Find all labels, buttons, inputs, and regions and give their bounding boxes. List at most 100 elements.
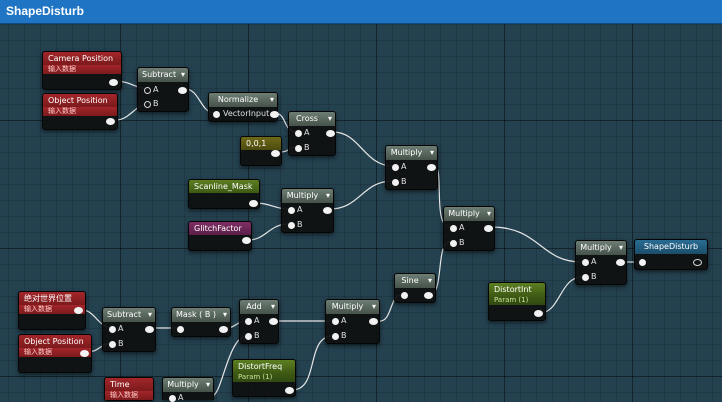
output-pin[interactable]: [270, 111, 279, 118]
output-pin[interactable]: [271, 150, 280, 157]
output-pin[interactable]: [693, 259, 702, 266]
output-pin[interactable]: [219, 326, 228, 333]
normalize-node[interactable]: Normalize ▾ VectorInput: [208, 92, 279, 122]
chevron-down-icon[interactable]: ▾: [619, 241, 623, 255]
chevron-down-icon[interactable]: ▾: [487, 207, 491, 221]
camera-position-node[interactable]: Camera Position 输入数据: [42, 51, 122, 90]
distort-int-node[interactable]: DistortInt Param (1): [488, 282, 546, 321]
pin-label: A: [341, 316, 347, 325]
input-pin-b[interactable]: [288, 222, 295, 229]
output-pin[interactable]: [424, 292, 433, 299]
wire: [490, 226, 583, 263]
input-pin[interactable]: [213, 111, 220, 118]
input-pin-a[interactable]: [582, 259, 589, 266]
input-pin-b[interactable]: [245, 333, 252, 340]
chevron-down-icon[interactable]: ▾: [270, 93, 274, 107]
chevron-down-icon[interactable]: ▾: [428, 274, 432, 288]
object-position-node[interactable]: Object Position 输入数据: [42, 93, 118, 130]
output-pin[interactable]: [178, 87, 187, 94]
node-subtitle: Param (1): [489, 296, 545, 305]
input-pin-a[interactable]: [392, 164, 399, 171]
node-title: Multiply: [286, 191, 319, 200]
output-pin[interactable]: [369, 318, 378, 325]
input-pin-b[interactable]: [450, 240, 457, 247]
multiply-node[interactable]: Multiply ▾ A B: [443, 206, 495, 251]
input-pin[interactable]: [401, 292, 408, 299]
input-pin-a[interactable]: [109, 326, 116, 333]
node-title: DistortInt: [489, 283, 545, 296]
pin-label: A: [254, 316, 260, 325]
node-subtitle: 输入数据: [43, 107, 117, 116]
chevron-down-icon[interactable]: ▾: [223, 308, 227, 322]
output-pin[interactable]: [74, 307, 83, 314]
multiply-node[interactable]: Multiply ▾ A B: [385, 145, 438, 190]
output-pin[interactable]: [269, 318, 278, 325]
chevron-down-icon[interactable]: ▾: [430, 146, 434, 160]
multiply-node[interactable]: Multiply ▾ A B: [325, 299, 380, 344]
absolute-world-position-node[interactable]: 绝对世界位置 输入数据: [18, 291, 86, 330]
subtract-node[interactable]: Subtract ▾ A B: [102, 307, 156, 352]
input-pin-b[interactable]: [109, 341, 116, 348]
chevron-down-icon[interactable]: ▾: [326, 189, 330, 203]
mask-b-node[interactable]: Mask ( B ) ▾: [171, 307, 231, 337]
cross-node[interactable]: Cross ▾ A B: [288, 111, 336, 156]
output-pin[interactable]: [484, 225, 493, 232]
input-pin[interactable]: [639, 259, 646, 266]
output-pin[interactable]: [106, 118, 115, 125]
subtract-node[interactable]: Subtract ▾ A B: [137, 67, 189, 112]
input-pin-a[interactable]: [144, 87, 151, 94]
input-pin-a[interactable]: [450, 225, 457, 232]
output-pin[interactable]: [145, 326, 154, 333]
output-pin[interactable]: [427, 164, 436, 171]
output-pin[interactable]: [616, 259, 625, 266]
chevron-down-icon[interactable]: ▾: [148, 308, 152, 322]
output-pin[interactable]: [242, 237, 251, 244]
distort-freq-node[interactable]: DistortFreq Param (1): [232, 359, 296, 397]
wire: [332, 131, 394, 167]
output-pin[interactable]: [249, 200, 258, 207]
node-title: Multiply: [580, 243, 612, 252]
scanline-mask-node[interactable]: Scanline_Mask: [188, 179, 260, 209]
multiply-node[interactable]: Multiply ▾ A: [162, 377, 214, 402]
output-pin[interactable]: [323, 207, 332, 214]
input-pin-a[interactable]: [245, 318, 252, 325]
chevron-down-icon[interactable]: ▾: [271, 300, 275, 314]
object-position-node[interactable]: Object Position 输入数据: [18, 334, 92, 373]
node-title: Object Position: [43, 94, 117, 107]
pin-label: A: [304, 128, 310, 137]
add-node[interactable]: Add ▾ A B: [239, 299, 279, 344]
shape-disturb-output-node[interactable]: ShapeDisturb: [634, 239, 708, 270]
input-pin[interactable]: [177, 326, 184, 333]
input-pin-b[interactable]: [144, 101, 151, 108]
output-pin[interactable]: [326, 130, 335, 137]
multiply-node[interactable]: Multiply ▾ A B: [281, 188, 334, 233]
pin-label: A: [153, 85, 159, 94]
input-pin-a[interactable]: [332, 318, 339, 325]
input-pin-a[interactable]: [288, 207, 295, 214]
output-pin[interactable]: [109, 79, 118, 86]
time-node[interactable]: Time 输入数据: [104, 377, 154, 401]
pin-label: A: [297, 205, 303, 214]
output-pin[interactable]: [534, 310, 543, 317]
pin-label: A: [401, 162, 407, 171]
input-pin-b[interactable]: [582, 274, 589, 281]
input-pin-b[interactable]: [295, 145, 302, 152]
input-pin-b[interactable]: [332, 333, 339, 340]
input-pin-b[interactable]: [392, 179, 399, 186]
output-pin[interactable]: [80, 350, 89, 357]
glitch-factor-node[interactable]: GlitchFactor: [188, 221, 252, 251]
output-pin[interactable]: [285, 387, 294, 394]
input-pin-a[interactable]: [295, 130, 302, 137]
node-title: Object Position: [19, 335, 91, 348]
constant-vector-node[interactable]: 0,0,1: [240, 136, 282, 166]
node-title: Mask ( B ): [176, 310, 216, 319]
chevron-down-icon[interactable]: ▾: [181, 68, 185, 82]
node-title: Time: [105, 378, 153, 391]
multiply-node[interactable]: Multiply ▾ A B: [575, 240, 627, 285]
node-title: Normalize: [217, 95, 259, 104]
chevron-down-icon[interactable]: ▾: [372, 300, 376, 314]
input-pin-a[interactable]: [169, 395, 176, 402]
sine-node[interactable]: Sine ▾: [394, 273, 436, 303]
chevron-down-icon[interactable]: ▾: [206, 378, 210, 392]
chevron-down-icon[interactable]: ▾: [328, 112, 332, 126]
